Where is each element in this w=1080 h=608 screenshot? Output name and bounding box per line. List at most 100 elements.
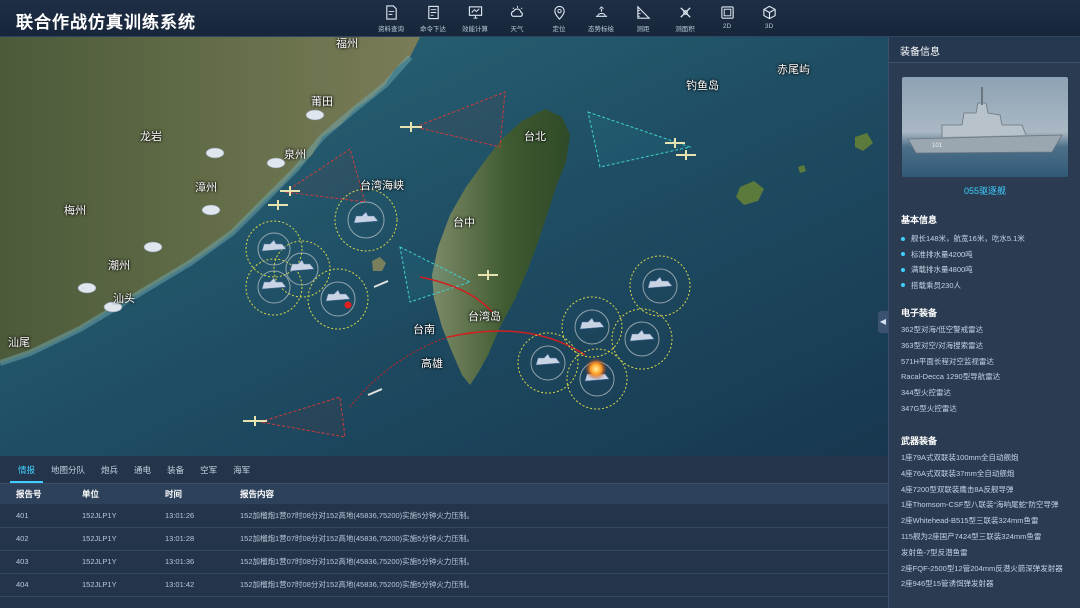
column-header[interactable]: 时间 <box>165 484 240 504</box>
electronics-list: 362型对海/低空警戒雷达 363型对空/对海搜索雷达 571H平面长程对空监视… <box>901 324 1077 419</box>
tool-label: 效能计算 <box>462 26 488 33</box>
tool-measure-distance[interactable]: 测距 <box>622 3 664 35</box>
table-row[interactable]: 402 152JLP1Y 13:01:28 152加榴炮1营07时08分对152… <box>0 527 888 551</box>
tab-air-force[interactable]: 空军 <box>192 464 225 483</box>
ship-name: 055驱逐舰 <box>963 186 1007 196</box>
cell-content: 152加榴炮1营07时08分对152高地(45836,75200)实施5分钟火力… <box>240 504 888 528</box>
weapons-title: 武器装备 <box>901 436 938 446</box>
tab-equipment[interactable]: 装备 <box>159 464 192 483</box>
bullet-icon <box>901 236 905 241</box>
app-window: 联合作战仿真训练系统 资料查询 命令下达 效能计算 天气 定位 态势标绘 测距 … <box>0 0 1080 608</box>
cell-report-id: 402 <box>0 527 82 551</box>
basic-info-text: 搭载乘员230人 <box>911 280 962 290</box>
3d-cube-icon <box>762 5 776 20</box>
electronics-title: 电子装备 <box>901 308 938 318</box>
tool-data-query[interactable]: 资料查询 <box>370 3 412 35</box>
list-item: 4座7200型双联装鹰击8A反舰导弹 <box>901 484 1014 494</box>
list-item: 362型对海/低空警戒雷达 <box>901 325 984 334</box>
tool-label: 天气 <box>510 26 524 33</box>
place-label: 台湾海峡 <box>360 180 404 192</box>
place-label: 钓鱼岛 <box>686 80 719 92</box>
table-row[interactable]: 401 152JLP1Y 13:01:26 152加榴炮1营07时08分对152… <box>0 504 888 528</box>
basic-info-list: 舰长148米，航宽16米，吃水5.1米 标准排水量4200吨 满载排水量4800… <box>901 231 1076 293</box>
map-view[interactable]: 福州 莆田 龙岩 泉州 漳州 梅州 潮州 汕头 汕尾 台湾海峡 台北 台中 台湾… <box>0 37 888 456</box>
tab-intel[interactable]: 情报 <box>10 464 44 483</box>
tool-2d-view[interactable]: 2D <box>706 3 748 35</box>
place-label: 泉州 <box>284 149 306 161</box>
place-label: 高雄 <box>421 358 443 370</box>
ship-photo: 101 <box>902 77 1068 177</box>
list-item: 标准排水量4200吨 <box>901 247 1076 263</box>
tab-signal[interactable]: 通电 <box>126 464 159 483</box>
svg-text:101: 101 <box>932 143 943 149</box>
toolbar: 资料查询 命令下达 效能计算 天气 定位 态势标绘 测距 测面积 2D 3D <box>370 3 790 35</box>
cell-unit: 152JLP1Y <box>82 527 165 551</box>
command-doc-icon <box>427 5 439 20</box>
tool-3d-view[interactable]: 3D <box>748 3 790 35</box>
place-label: 潮州 <box>108 260 130 272</box>
cell-report-id: 403 <box>0 550 82 574</box>
location-pin-icon <box>553 5 565 20</box>
place-label: 梅州 <box>64 205 86 217</box>
tool-locate[interactable]: 定位 <box>538 3 580 35</box>
basic-info-title: 基本信息 <box>901 215 938 225</box>
tool-situation-plot[interactable]: 态势标绘 <box>580 3 622 35</box>
panel-title: 装备信息 <box>889 37 1080 63</box>
list-item: 1座Thomsom-CSF型八联装“海响尾蛇”防空导弹 <box>901 500 1059 510</box>
weather-icon <box>510 5 523 17</box>
list-item: 2座Whitehead-B515型三联装324mm鱼雷 <box>901 516 1039 526</box>
cell-unit: 152JLP1Y <box>82 550 165 574</box>
place-label: 汕尾 <box>8 337 30 349</box>
table-row[interactable]: 403 152JLP1Y 13:01:36 152加榴炮1营07时08分对152… <box>0 550 888 574</box>
list-item: 571H平面长程对空监视雷达 <box>901 356 994 366</box>
cell-time: 13:01:28 <box>165 527 240 551</box>
tool-label: 2D <box>722 23 732 30</box>
monitor-icon <box>468 6 482 19</box>
tool-label: 测距 <box>636 26 650 33</box>
tool-issue-command[interactable]: 命令下达 <box>412 3 454 35</box>
equipment-panel: 装备信息 101 055驱逐舰 基本信息 舰长148米，航宽16米，吃水5.1米… <box>888 37 1080 608</box>
tab-artillery[interactable]: 炮兵 <box>93 464 126 483</box>
cell-report-id: 404 <box>0 573 82 597</box>
tab-map-unit[interactable]: 地图分队 <box>43 464 93 483</box>
list-item: 搭载乘员230人 <box>901 278 1076 294</box>
basic-info-text: 标准排水量4200吨 <box>911 249 973 259</box>
column-header[interactable]: 报告内容 <box>240 484 888 504</box>
cell-content: 152加榴炮1营07时08分对152高地(45836,75200)实施5分钟火力… <box>240 527 888 551</box>
explosion-effect <box>585 358 607 380</box>
map-canvas[interactable] <box>0 37 888 456</box>
panel-collapse-button[interactable]: ◀ <box>878 311 888 333</box>
list-item: 363型对空/对海搜索雷达 <box>901 340 984 350</box>
tool-label: 3D <box>764 23 774 30</box>
list-item: 2座FQF-2500型12管204mm反潜火箭深弹发射器 <box>901 563 1063 573</box>
basic-info-text: 舰长148米，航宽16米，吃水5.1米 <box>911 234 1025 244</box>
plot-icon <box>595 6 607 17</box>
tool-efficiency-calc[interactable]: 效能计算 <box>454 3 496 35</box>
tool-weather[interactable]: 天气 <box>496 3 538 35</box>
list-item: 115舰为2座国产7424型三联装324mm鱼雷 <box>901 531 1042 541</box>
column-header[interactable]: 单位 <box>82 484 165 504</box>
list-item: 347G型火控雷达 <box>901 403 957 413</box>
tool-measure-area[interactable]: 测面积 <box>664 3 706 35</box>
list-item: 舰长148米，航宽16米，吃水5.1米 <box>901 231 1076 247</box>
bullet-icon <box>901 283 905 288</box>
report-table: 报告号 单位 时间 报告内容 401 152JLP1Y 13:01:26 152… <box>0 484 888 597</box>
cell-content: 152加榴炮1营07时08分对152高地(45836,75200)实施5分钟火力… <box>240 550 888 574</box>
report-tabs: 情报 地图分队 炮兵 通电 装备 空军 海军 <box>0 456 888 484</box>
place-label: 汕头 <box>113 293 135 305</box>
cell-content: 152加榴炮1营07时08分对152高地(45836,75200)实施5分钟火力… <box>240 573 888 597</box>
place-label: 莆田 <box>311 96 333 108</box>
place-label: 台南 <box>413 324 435 336</box>
table-row[interactable]: 404 152JLP1Y 13:01:42 152加榴炮1营07时08分对152… <box>0 573 888 597</box>
cell-report-id: 401 <box>0 504 82 528</box>
area-measure-icon <box>679 7 691 18</box>
place-label: 台中 <box>453 217 475 229</box>
list-item: 满载排水量4800吨 <box>901 262 1076 278</box>
cell-unit: 152JLP1Y <box>82 504 165 528</box>
document-search-icon <box>385 5 397 20</box>
list-item: 4座76A式双联装37mm全自动舰炮 <box>901 468 1015 478</box>
basic-info-text: 满载排水量4800吨 <box>911 265 973 275</box>
column-header[interactable]: 报告号 <box>0 484 82 504</box>
list-item: 发射鱼-7型反潜鱼雷 <box>901 547 968 557</box>
tab-navy[interactable]: 海军 <box>225 464 258 483</box>
